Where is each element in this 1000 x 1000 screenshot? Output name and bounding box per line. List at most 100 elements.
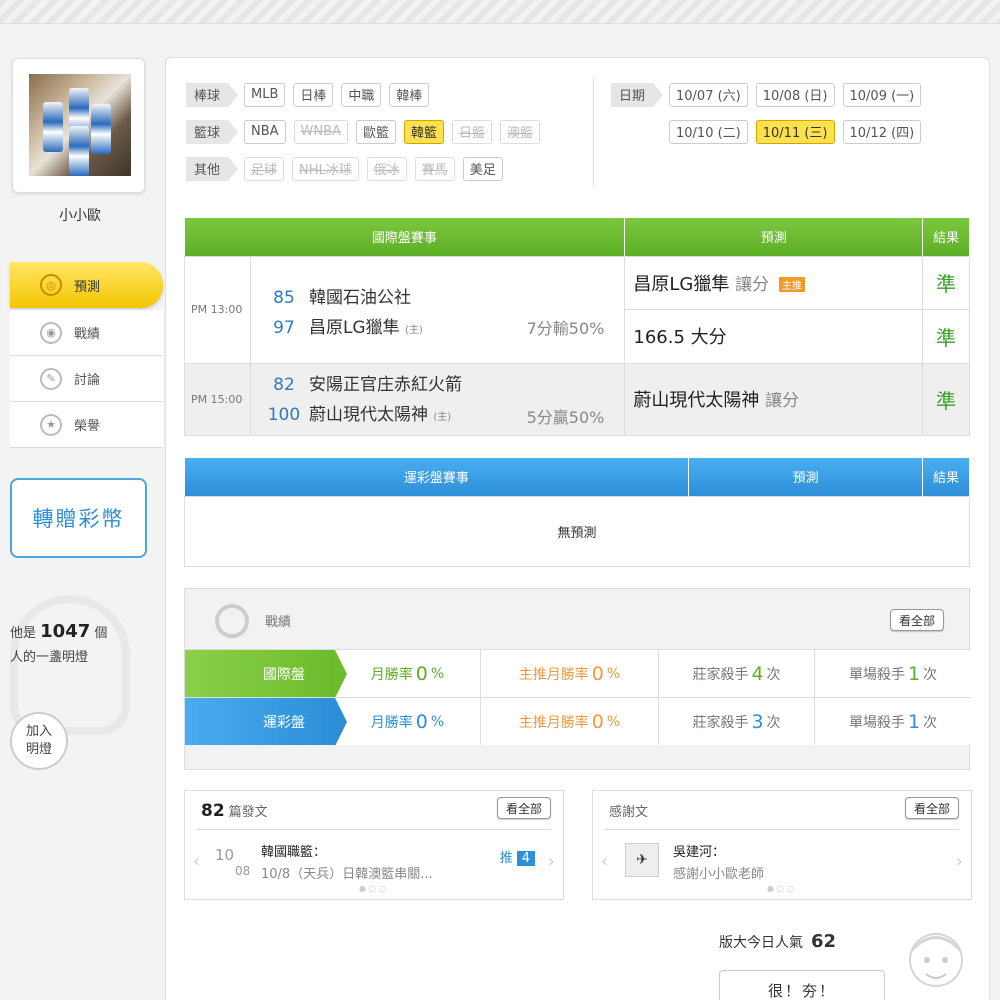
thanks-author[interactable]: 吳建河： [673, 841, 725, 860]
fan-count-text: 他是 1047 個 人的一盞明燈 [10, 620, 107, 670]
date-chip-1011[interactable]: 10/11 (三) [755, 119, 835, 144]
lottery-header-prediction: 預測 [688, 458, 924, 496]
fan-prefix: 他是 [10, 626, 37, 641]
nav-honor-label: 榮譽 [74, 419, 101, 434]
intl-header-result: 結果 [922, 218, 970, 256]
record-icon: ◉ [40, 321, 62, 344]
single-killer-value: 1 [907, 710, 921, 733]
top-pick-win-rate: 主推月勝率 0% [480, 698, 658, 745]
bookie-killer-label: 莊家殺手 [692, 666, 749, 683]
transfer-coins-button[interactable]: 轉贈彩幣 [10, 478, 147, 558]
popularity-label: 版大今日人氣 [719, 935, 803, 951]
record-row-lottery: 運彩盤 月勝率 0% 主推月勝率 0% 莊家殺手 3 次 單場殺手 1 次 [185, 697, 971, 746]
table-row: PM 13:00 85 韓國石油公社 97 昌原LG獵隼 (主) 7分輸50% 昌原… [184, 255, 970, 364]
game-teams: 85 韓國石油公社 97 昌原LG獵隼 (主) [265, 283, 423, 346]
chip-npb[interactable]: 日棒 [293, 82, 334, 107]
nav-discuss-label: 討論 [74, 373, 101, 388]
chevron-left-icon[interactable]: ‹ [193, 851, 200, 872]
nav-predict[interactable]: ◎ 預測 [10, 262, 163, 308]
username: 小小歐 [59, 208, 101, 224]
posts-header: 82 篇發文 [201, 801, 268, 821]
bookie-killer-value: 4 [751, 662, 764, 685]
chevron-right-icon[interactable]: › [956, 851, 963, 872]
avatar[interactable] [29, 74, 131, 176]
game-teams: 82 安陽正官庄赤紅火箭 100 蔚山現代太陽神 (主) [265, 370, 462, 433]
result-cell: 準 [922, 362, 970, 436]
chevron-left-icon[interactable]: ‹ [601, 851, 608, 872]
times-unit: 次 [766, 666, 781, 683]
main-panel: 棒球 MLB 日棒 中職 韓棒 籃球 NBA WNBA 歐籃 韓籃 日籃 澳籃 … [165, 57, 990, 1000]
prediction-type: 讓分 [765, 391, 800, 411]
date-chip-1007[interactable]: 10/07 (六) [669, 82, 748, 107]
post-title[interactable]: 韓國職籃： [261, 841, 326, 860]
target-icon: ◎ [40, 274, 62, 296]
date-chip-1010[interactable]: 10/10 (二) [669, 119, 748, 144]
discuss-icon: ✎ [40, 367, 62, 390]
record-see-all-button[interactable]: 看全部 [889, 609, 944, 631]
filter-row-basketball: 籃球 NBA WNBA 歐籃 韓籃 日籃 澳籃 [186, 113, 548, 150]
single-killer-value: 1 [907, 662, 921, 685]
date-row-2: 10/10 (二) 10/11 (三) 10/12 (四) [611, 113, 929, 150]
sidebar-nav: ◎ 預測 ◉ 戰績 ✎ 討論 ★ 榮譽 [10, 262, 163, 448]
result-cell: 準 [922, 309, 970, 364]
filter-row-baseball: 棒球 MLB 日棒 中職 韓棒 [186, 76, 548, 113]
percent-sign: % [430, 713, 445, 730]
game-time: PM 15:00 [184, 362, 251, 436]
record-title: 戰績 [265, 615, 292, 630]
prediction-team: 昌原LG獵隼 [633, 273, 730, 295]
nav-honor[interactable]: ★ 榮譽 [10, 402, 163, 448]
nav-record[interactable]: ◉ 戰績 [10, 310, 163, 356]
home-team: 蔚山現代太陽神 [308, 404, 428, 425]
pager-dots: ●○○ [359, 884, 389, 893]
chevron-right-icon[interactable]: › [548, 851, 555, 872]
away-score: 82 [273, 374, 295, 395]
filter-divider [593, 78, 594, 186]
chip-korea-basketball[interactable]: 韓籃 [403, 119, 444, 144]
chip-nba[interactable]: NBA [244, 119, 286, 144]
date-chip-1008[interactable]: 10/08 (日) [755, 82, 835, 107]
divider [197, 829, 551, 830]
push-value: 4 [516, 851, 535, 866]
post-date: 10 08 [215, 846, 250, 878]
fan-suffix: 個 [94, 626, 108, 641]
category-date: 日期 [611, 82, 663, 107]
chip-american-football[interactable]: 美足 [462, 156, 503, 181]
away-team: 韓國石油公社 [308, 287, 411, 308]
game-time: PM 13:00 [184, 255, 251, 364]
sidebar: 小小歐 ◎ 預測 ◉ 戰績 ✎ 討論 ★ 榮譽 轉贈彩幣 他是 1047 個 人… [0, 40, 165, 1000]
category-basketball: 籃球 [186, 119, 238, 144]
thanks-see-all-button[interactable]: 看全部 [904, 797, 959, 819]
home-score: 100 [267, 404, 301, 425]
game-matchup[interactable]: 82 安陽正官庄赤紅火箭 100 蔚山現代太陽神 (主) 5分贏50% [249, 362, 626, 436]
chip-kbo[interactable]: 韓棒 [389, 82, 430, 107]
prediction-cell: 昌原LG獵隼 讓分 主推 [624, 255, 924, 310]
popularity: 版大今日人氣 62 [719, 931, 836, 952]
hot-button[interactable]: 很！夯！ [719, 970, 885, 1000]
chip-mlb[interactable]: MLB [244, 82, 286, 107]
prediction-cell: 166.5 大分 [624, 309, 924, 364]
posts-see-all-button[interactable]: 看全部 [496, 797, 551, 819]
chip-cpbl[interactable]: 中職 [341, 82, 382, 107]
percent-sign: % [606, 713, 621, 730]
post-day: 08 [235, 864, 251, 878]
no-predictions-text: 無預測 [184, 495, 970, 567]
chip-euro-basketball[interactable]: 歐籃 [355, 119, 396, 144]
chip-soccer: 足球 [244, 156, 285, 181]
bookie-killer-label: 莊家殺手 [692, 714, 749, 731]
top-pick-win-rate: 主推月勝率 0% [480, 650, 658, 697]
monthly-win-rate-label: 月勝率 [370, 666, 413, 683]
game-matchup[interactable]: 85 韓國石油公社 97 昌原LG獵隼 (主) 7分輸50% [249, 255, 626, 364]
thanks-text[interactable]: 感謝小小歐老師 [673, 863, 764, 882]
date-chip-1012[interactable]: 10/12 (四) [842, 119, 922, 144]
medal-icon: ★ [40, 413, 62, 436]
nav-discuss[interactable]: ✎ 討論 [10, 356, 163, 402]
add-lamp-button[interactable]: 加入明燈 [10, 712, 68, 770]
single-killer-label: 單場殺手 [848, 666, 905, 683]
top-pick-win-rate-value: 0 [591, 662, 604, 685]
chip-japan-basketball: 日籃 [451, 119, 492, 144]
popularity-value: 62 [811, 931, 837, 952]
top-pick-badge: 主推 [778, 277, 805, 293]
post-subtitle[interactable]: 10/8（天兵）日韓澳籃串關... [261, 863, 433, 882]
handicap-text: 5分贏50% [526, 407, 605, 427]
date-chip-1009[interactable]: 10/09 (一) [842, 82, 922, 107]
